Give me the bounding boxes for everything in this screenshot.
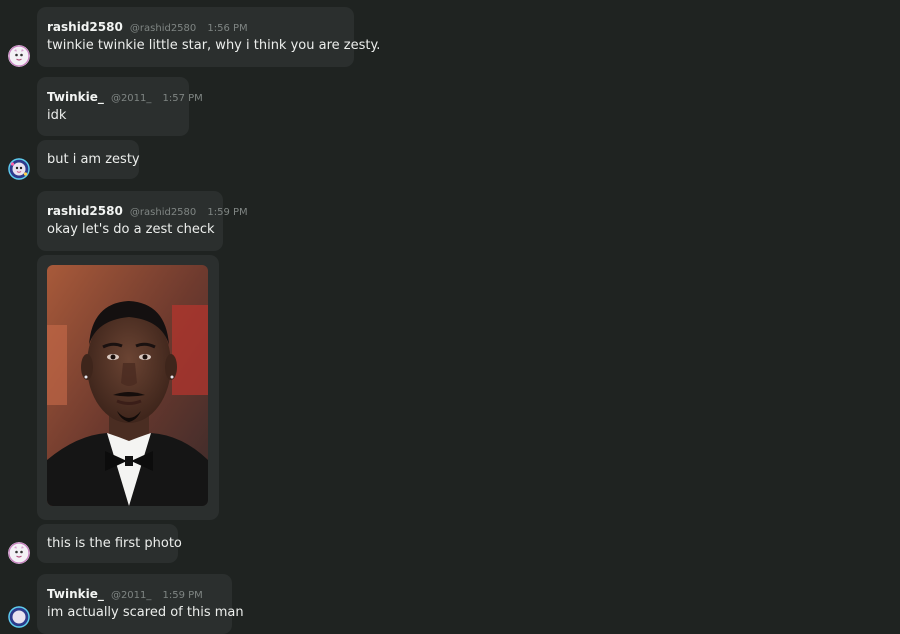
message-header: rashid2580 @rashid2580 1:56 PM bbox=[47, 19, 248, 36]
timestamp: 1:59 PM bbox=[207, 207, 248, 218]
user-handle: @2011_ bbox=[110, 590, 152, 601]
message-text: okay let's do a zest check bbox=[47, 222, 215, 237]
twinkie-avatar[interactable] bbox=[8, 158, 30, 180]
user-handle: @2011_ bbox=[110, 93, 152, 104]
avatar-icon bbox=[8, 606, 30, 628]
portrait-photo bbox=[47, 265, 208, 506]
image-attachment bbox=[37, 255, 219, 520]
message-text: but i am zesty bbox=[47, 152, 140, 167]
message-header: Twinkie_ @2011_ 1:57 PM bbox=[47, 89, 203, 106]
message-bubble: rashid2580 @rashid2580 1:59 PM okay let'… bbox=[37, 191, 248, 251]
username[interactable]: rashid2580 bbox=[47, 204, 123, 218]
timestamp: 1:59 PM bbox=[162, 590, 203, 601]
message-header: Twinkie_ @2011_ 1:59 PM bbox=[47, 586, 203, 603]
user-handle: @rashid2580 bbox=[129, 207, 197, 218]
message-bubble: rashid2580 @rashid2580 1:56 PM twinkie t… bbox=[37, 7, 380, 67]
username[interactable]: Twinkie_ bbox=[47, 587, 104, 601]
message-bubble: but i am zesty bbox=[37, 140, 140, 179]
message-bubble: Twinkie_ @2011_ 1:57 PM idk bbox=[37, 77, 203, 136]
username[interactable]: rashid2580 bbox=[47, 20, 123, 34]
message-bubble: this is the first photo bbox=[37, 524, 182, 563]
username[interactable]: Twinkie_ bbox=[47, 90, 104, 104]
attached-photo[interactable] bbox=[47, 265, 208, 506]
message-header: rashid2580 @rashid2580 1:59 PM bbox=[47, 203, 248, 220]
twinkie-avatar[interactable] bbox=[8, 606, 30, 628]
timestamp: 1:57 PM bbox=[162, 93, 203, 104]
message-bubble: Twinkie_ @2011_ 1:59 PM im actually scar… bbox=[37, 574, 244, 634]
avatar-icon bbox=[8, 158, 30, 180]
user-handle: @rashid2580 bbox=[129, 23, 197, 34]
avatar-icon bbox=[8, 542, 30, 564]
message-text: idk bbox=[47, 108, 67, 123]
message-text: this is the first photo bbox=[47, 536, 182, 551]
timestamp: 1:56 PM bbox=[207, 23, 248, 34]
rashid-avatar[interactable] bbox=[8, 542, 30, 564]
message-text: twinkie twinkie little star, why i think… bbox=[47, 38, 381, 53]
avatar-icon bbox=[8, 45, 30, 67]
rashid-avatar[interactable] bbox=[8, 45, 30, 67]
